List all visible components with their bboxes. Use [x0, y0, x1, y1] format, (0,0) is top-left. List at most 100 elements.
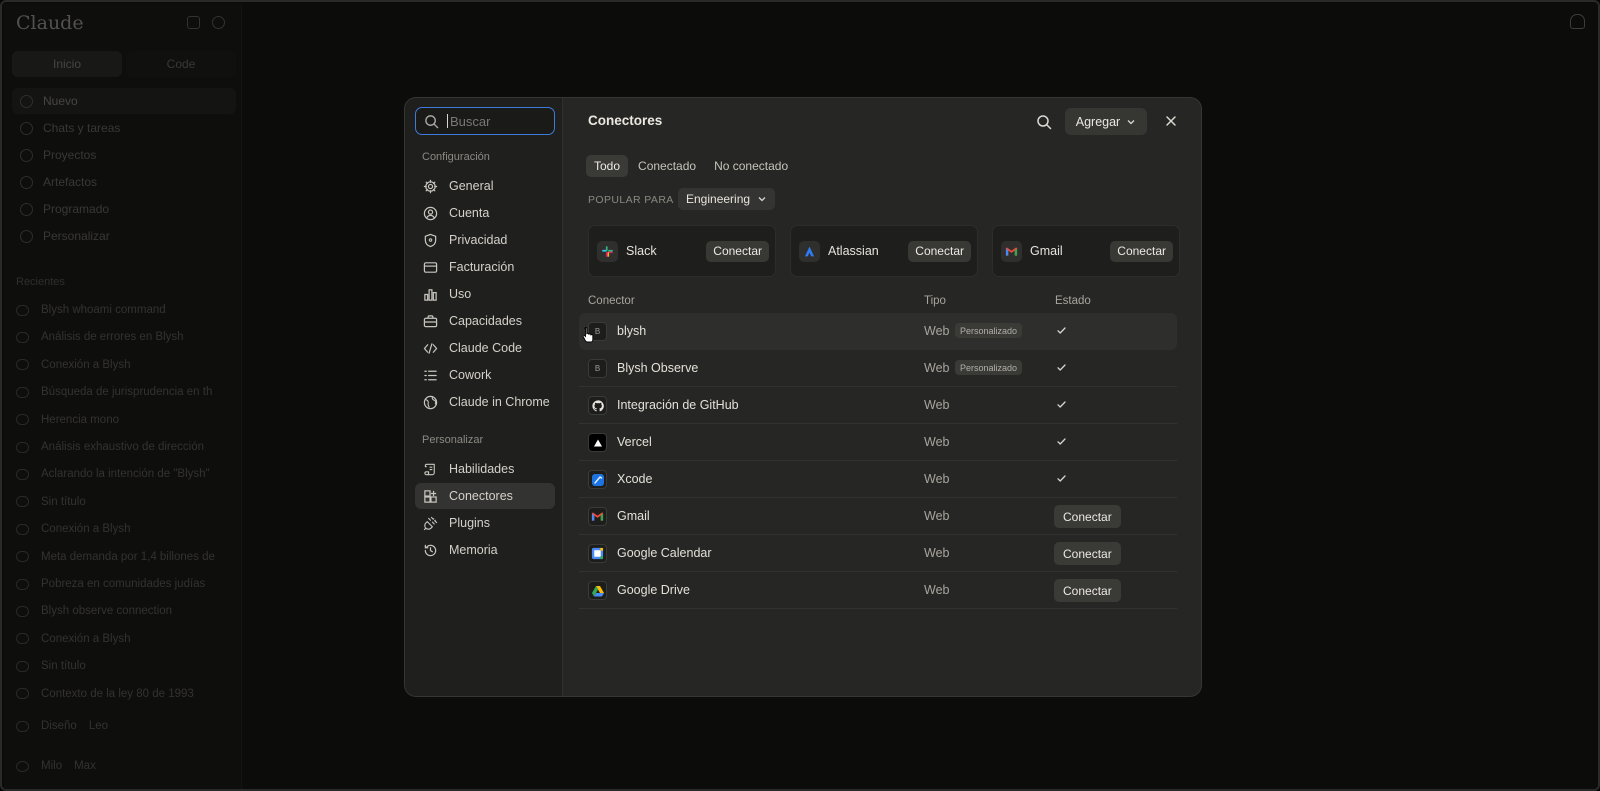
menu-cowork[interactable]: Cowork: [415, 362, 555, 388]
table-row[interactable]: Google Drive Web Conectar: [579, 572, 1177, 609]
table-row[interactable]: B Blysh Observe Web Personalizado: [579, 350, 1177, 387]
chat-bubble-icon: [16, 414, 29, 426]
page-title: Conectores: [588, 113, 663, 128]
popular-card-atlassian[interactable]: Atlassian Conectar: [790, 225, 978, 277]
recent-chat-item[interactable]: Conexión a Blysh: [16, 519, 131, 539]
menu-general[interactable]: General: [415, 173, 555, 199]
recent-chat-item[interactable]: Pobreza en comunidades judías: [16, 574, 205, 594]
connect-button[interactable]: Conectar: [1110, 240, 1173, 262]
tab-all[interactable]: Todo: [586, 155, 629, 177]
code-icon: [423, 342, 438, 354]
close-button[interactable]: [1160, 110, 1182, 132]
menu-connectors[interactable]: Conectores: [415, 483, 555, 509]
design-item[interactable]: Diseño Leo: [16, 716, 108, 736]
recent-chat-item[interactable]: Análisis exhaustivo de dirección: [16, 437, 204, 457]
recent-chat-item[interactable]: Sin título: [16, 656, 86, 676]
menu-privacy[interactable]: Privacidad: [415, 227, 555, 253]
menu-label: Facturación: [449, 260, 515, 274]
recent-chat-title: Conexión a Blysh: [41, 632, 131, 645]
connector-type: Web: [924, 583, 950, 597]
connect-button[interactable]: Conectar: [908, 240, 971, 262]
recent-chat-title: Meta demanda por 1,4 billones de: [41, 550, 215, 563]
connector-name: Xcode: [617, 472, 653, 486]
connector-name: Gmail: [617, 509, 650, 523]
group-config-label: Configuración: [422, 151, 490, 163]
search-connectors-button[interactable]: [1034, 112, 1054, 132]
connector-logo: B: [588, 359, 607, 378]
notification-icon[interactable]: [1570, 14, 1585, 29]
plus-icon: [20, 94, 33, 108]
nav-scheduled[interactable]: Programado: [12, 196, 236, 222]
nav-label: Proyectos: [43, 148, 97, 162]
menu-claude-code[interactable]: Claude Code: [415, 335, 555, 361]
search-icon[interactable]: [212, 16, 225, 29]
table-row[interactable]: Bblysh Web Personalizado: [579, 313, 1177, 350]
table-row[interactable]: Gmail Web Conectar: [579, 498, 1177, 535]
settings-search[interactable]: [415, 107, 555, 135]
connect-button[interactable]: Conectar: [1054, 579, 1121, 602]
recent-chat-item[interactable]: Búsqueda de jurisprudencia en th: [16, 382, 212, 402]
menu-memory[interactable]: Memoria: [415, 537, 555, 563]
xcode-icon: [588, 470, 607, 489]
connector-name: Integración de GitHub: [617, 398, 739, 412]
custom-badge: Personalizado: [955, 323, 1023, 338]
google-calendar-icon: [588, 544, 607, 563]
tab-not-connected[interactable]: No conectado: [706, 155, 796, 177]
briefcase-icon: [423, 314, 438, 327]
recent-chat-item[interactable]: Meta demanda por 1,4 billones de: [16, 547, 215, 567]
recent-chat-item[interactable]: Blysh observe connection: [16, 601, 172, 621]
popular-card-slack[interactable]: Slack Conectar: [588, 225, 776, 277]
recent-chat-item[interactable]: Sin título: [16, 492, 86, 512]
history-icon: [424, 544, 437, 556]
table-row[interactable]: Google Calendar Web Conectar: [579, 535, 1177, 572]
recent-chat-item[interactable]: Aclarando la intención de "Blysh": [16, 464, 210, 484]
mode-inicio-button[interactable]: Inicio: [12, 51, 122, 77]
nav-projects[interactable]: Proyectos: [12, 142, 236, 168]
settings-search-input[interactable]: [450, 113, 550, 129]
chat-bubble-icon: [16, 359, 29, 371]
mode-code-button[interactable]: Code: [126, 51, 236, 77]
recent-chat-title: Sin título: [41, 495, 86, 508]
popular-category-select[interactable]: Engineering: [678, 188, 776, 210]
nav-new[interactable]: Nuevo: [12, 88, 236, 114]
group-personalize-label: Personalizar: [422, 434, 484, 446]
recent-chat-item[interactable]: Contexto de la ley 80 de 1993: [16, 684, 194, 704]
add-connector-button[interactable]: Agregar: [1065, 108, 1147, 135]
menu-account[interactable]: Cuenta: [415, 200, 555, 226]
shield-icon: [424, 233, 437, 247]
design-icon: [16, 720, 29, 732]
nav-customize[interactable]: Personalizar: [12, 223, 236, 249]
vercel-icon: [588, 433, 607, 452]
menu-billing[interactable]: Facturación: [415, 254, 555, 280]
menu-plugins[interactable]: Plugins: [415, 510, 555, 536]
nav-label: Chats y tareas: [43, 121, 121, 135]
recent-chat-item[interactable]: Análisis de errores en Blysh: [16, 327, 184, 347]
recent-chat-item[interactable]: Herencia mono: [16, 410, 119, 430]
tab-connected[interactable]: Conectado: [630, 155, 704, 177]
check-icon: [1057, 401, 1066, 408]
menu-claude-in-chrome[interactable]: Claude in Chrome: [415, 389, 555, 415]
menu-capabilities[interactable]: Capacidades: [415, 308, 555, 334]
connect-button[interactable]: Conectar: [1054, 542, 1121, 565]
recent-chat-item[interactable]: Blysh whoami command: [16, 300, 166, 320]
recent-chat-item[interactable]: Conexión a Blysh: [16, 629, 131, 649]
nav-artifacts[interactable]: Artefactos: [12, 169, 236, 195]
sidebar-toggle-icon[interactable]: [187, 16, 200, 29]
app-window: Claude Inicio Code Nuevo Chats y tareas …: [0, 0, 1600, 791]
table-row[interactable]: Xcode Web: [579, 461, 1177, 498]
table-row[interactable]: Integración de GitHub Web: [579, 387, 1177, 424]
text-caret: [447, 114, 448, 128]
menu-usage[interactable]: Uso: [415, 281, 555, 307]
close-icon: [1166, 116, 1176, 126]
nav-chats[interactable]: Chats y tareas: [12, 115, 236, 141]
menu-skills[interactable]: Habilidades: [415, 456, 555, 482]
connector-type: Web: [924, 398, 950, 412]
table-row[interactable]: Vercel Web: [579, 424, 1177, 461]
user-menu[interactable]: Milo Max: [16, 756, 96, 776]
connect-button[interactable]: Conectar: [706, 240, 769, 262]
briefcase-icon: [20, 229, 33, 243]
popular-card-gmail[interactable]: Gmail Conectar: [992, 225, 1180, 277]
recent-chat-item[interactable]: Conexión a Blysh: [16, 355, 131, 375]
menu-label: Cuenta: [449, 206, 490, 220]
connect-button[interactable]: Conectar: [1054, 505, 1121, 528]
